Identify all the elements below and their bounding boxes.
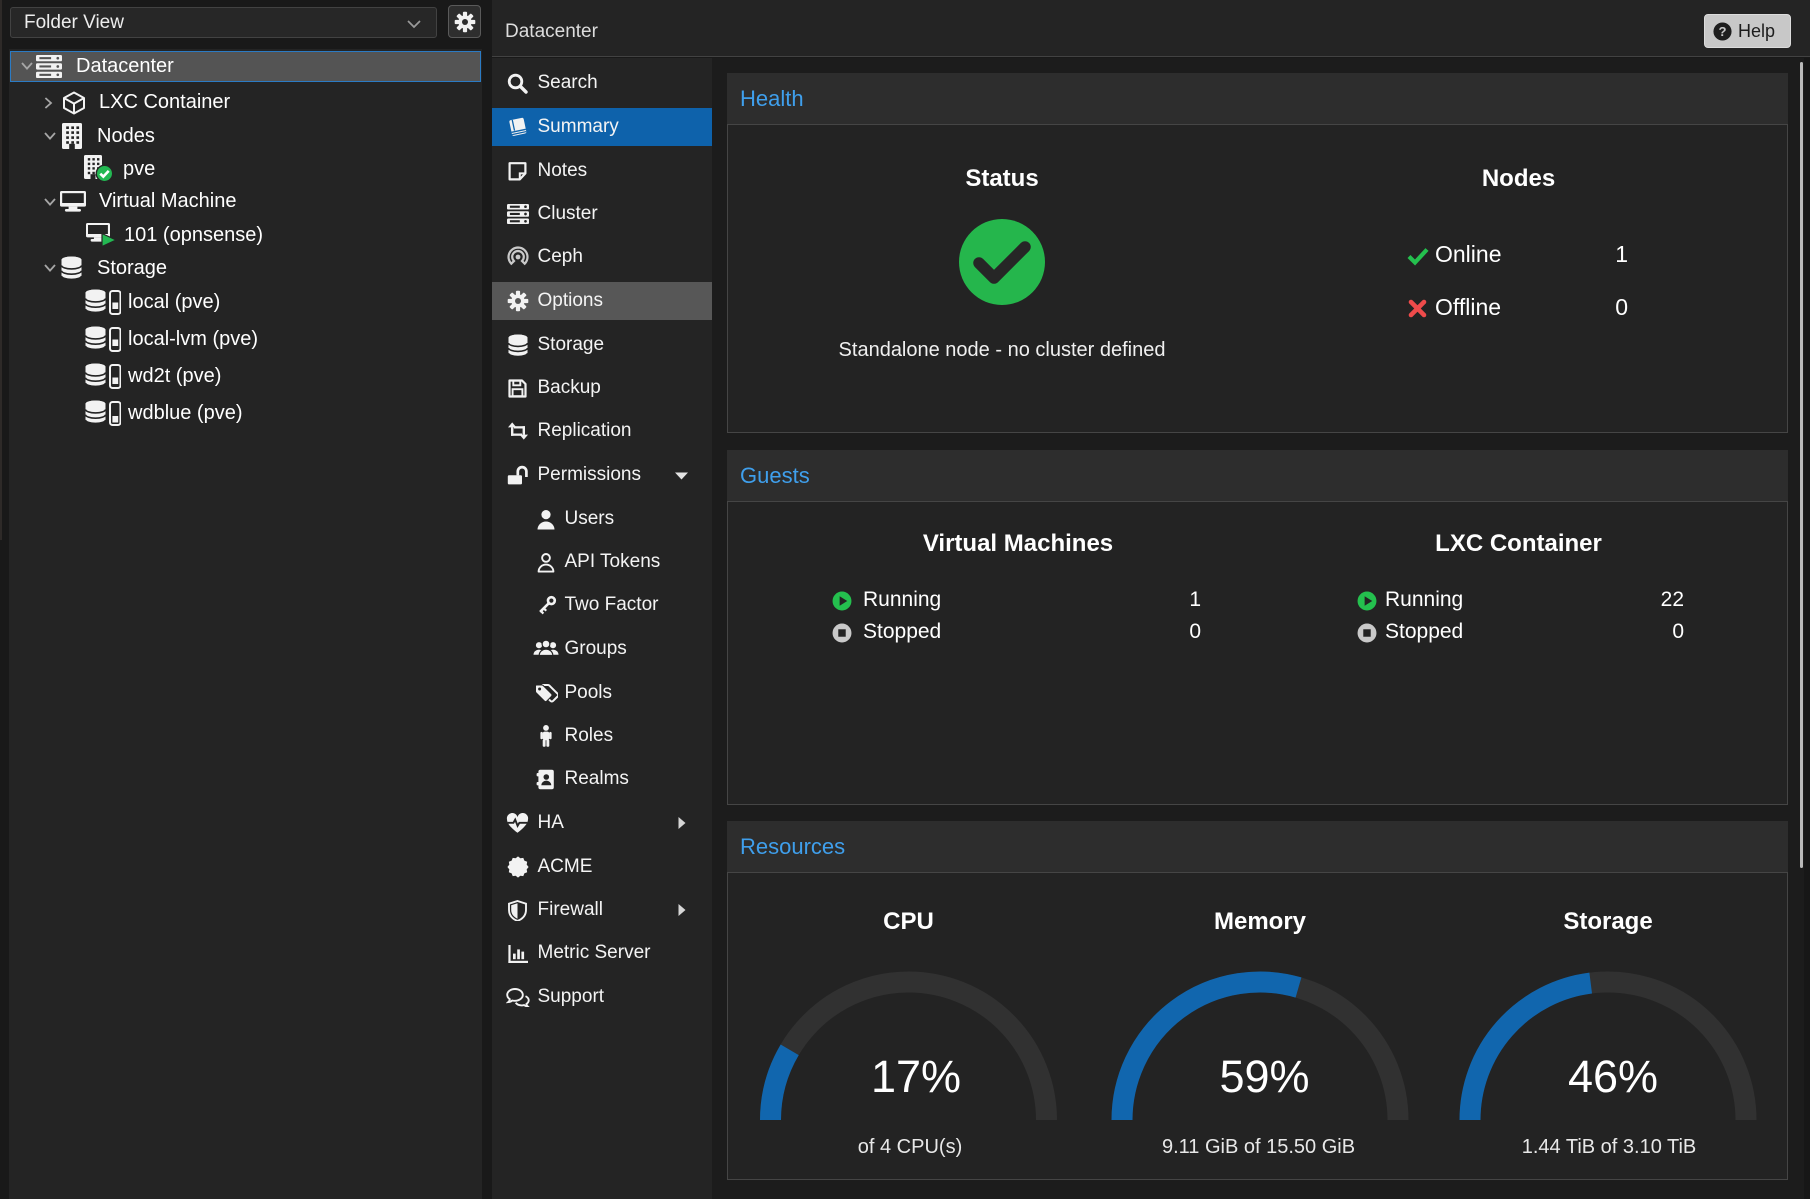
svg-text:?: ? xyxy=(1718,23,1726,38)
